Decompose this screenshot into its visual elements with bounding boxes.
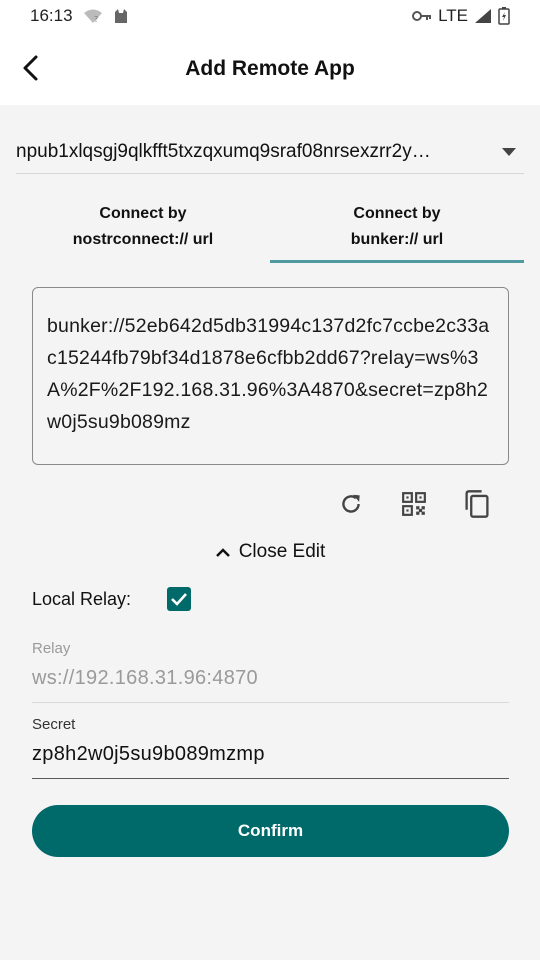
tab-nostrconnect-label: Connect by nostrconnect:// url bbox=[72, 204, 214, 248]
back-arrow-icon bbox=[23, 55, 38, 81]
secret-field-label: Secret bbox=[32, 716, 76, 733]
secret-field-value[interactable]: zp8h2w0j5su9b089mzmp bbox=[32, 743, 509, 779]
cat-icon bbox=[113, 8, 129, 24]
checkmark-icon bbox=[171, 593, 187, 606]
key-icon bbox=[412, 10, 432, 22]
app-bar: Add Remote App bbox=[0, 32, 540, 105]
battery-icon bbox=[498, 7, 510, 25]
qr-code-button[interactable] bbox=[396, 485, 432, 523]
svg-text:?: ? bbox=[94, 15, 98, 24]
copy-icon bbox=[465, 490, 489, 518]
tab-nostrconnect[interactable]: Connect by nostrconnect:// url bbox=[16, 190, 270, 263]
qr-code-icon bbox=[402, 492, 426, 516]
close-edit-label: Close Edit bbox=[238, 541, 326, 562]
relay-field: Relay ws://192.168.31.96:4870 bbox=[32, 640, 509, 703]
account-dropdown-value: npub1xlqsgj9qlkfft5txzqxumq9sraf08nrsexz… bbox=[16, 140, 431, 162]
close-edit-button[interactable]: Close Edit bbox=[0, 538, 540, 566]
wifi-icon: ? bbox=[83, 8, 103, 24]
refresh-button[interactable] bbox=[333, 485, 369, 523]
tab-bunker-label: Connect by bunker:// url bbox=[350, 204, 444, 248]
back-button[interactable] bbox=[14, 50, 46, 86]
bunker-url-field[interactable]: bunker://52eb642d5db31994c137d2fc7ccbe2c… bbox=[32, 287, 509, 465]
network-type: LTE bbox=[438, 6, 468, 25]
secret-field[interactable]: Secret zp8h2w0j5su9b089mzmp bbox=[32, 716, 509, 779]
copy-button[interactable] bbox=[459, 485, 495, 523]
status-bar: 16:13 ? LTE bbox=[0, 0, 540, 32]
confirm-button[interactable]: Confirm bbox=[32, 805, 509, 857]
relay-field-label: Relay bbox=[32, 640, 71, 657]
confirm-button-label: Confirm bbox=[237, 821, 304, 840]
relay-field-value: ws://192.168.31.96:4870 bbox=[32, 667, 509, 703]
dropdown-caret-icon bbox=[502, 147, 516, 156]
refresh-icon bbox=[342, 494, 360, 513]
tab-bunker[interactable]: Connect by bunker:// url bbox=[270, 190, 524, 263]
connection-tabs: Connect by nostrconnect:// url Connect b… bbox=[16, 190, 524, 263]
local-relay-checkbox[interactable] bbox=[167, 587, 191, 611]
page-title: Add Remote App bbox=[185, 56, 355, 80]
account-dropdown[interactable]: npub1xlqsgj9qlkfft5txzqxumq9sraf08nrsexz… bbox=[16, 130, 524, 174]
signal-icon bbox=[474, 8, 492, 24]
local-relay-row: Local Relay: bbox=[32, 585, 191, 613]
chevron-up-icon bbox=[215, 548, 230, 557]
local-relay-label: Local Relay: bbox=[32, 588, 132, 609]
url-actions bbox=[0, 485, 540, 523]
status-time: 16:13 bbox=[30, 6, 73, 25]
